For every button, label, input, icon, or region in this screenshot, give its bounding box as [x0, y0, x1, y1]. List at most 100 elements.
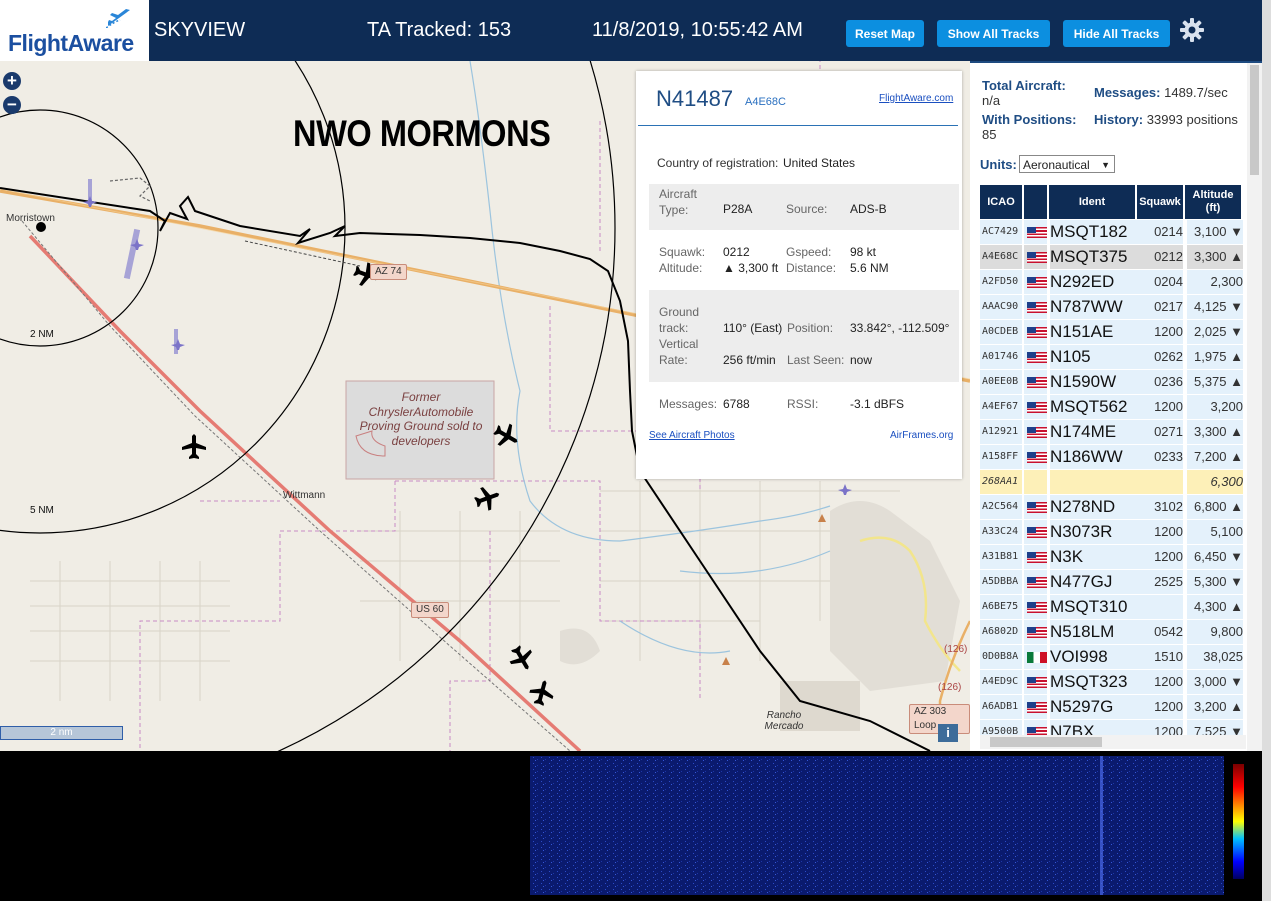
cell-flag	[1024, 245, 1047, 269]
proving-ground-label: Former ChryslerAutomobile Proving Ground…	[359, 390, 483, 448]
cell-squawk: 1200	[1137, 670, 1183, 694]
history-stat: History: 33993 positions	[1094, 112, 1244, 127]
units-label: Units:	[980, 157, 1017, 172]
cell-icao: A31B81	[980, 545, 1022, 569]
table-row[interactable]: 268AA1 6,300	[980, 470, 1246, 494]
cell-altitude: 9,800	[1187, 620, 1243, 644]
map-info-button[interactable]: i	[938, 724, 958, 742]
table-row[interactable]: A12921 N174ME 0271 3,300 ▲	[980, 420, 1246, 444]
table-row[interactable]: A4EF67 MSQT562 1200 3,200	[980, 395, 1246, 419]
vertical-rate-label: Vertical Rate:	[659, 337, 699, 367]
ground-track-label: Ground track:	[659, 305, 700, 335]
table-row[interactable]: AAAC90 N787WW 0217 4,125 ▼	[980, 295, 1246, 319]
table-row[interactable]: 0D0B8A VOI998 1510 38,025	[980, 645, 1246, 669]
cell-flag	[1024, 295, 1047, 319]
cell-ident: N151AE	[1050, 320, 1139, 344]
us-flag-icon	[1027, 502, 1047, 513]
table-row[interactable]: A158FF N186WW 0233 7,200 ▲	[980, 445, 1246, 469]
cell-squawk: 1200	[1137, 320, 1183, 344]
route-shield-az74: AZ 74	[370, 264, 407, 280]
horizontal-scrollbar[interactable]	[980, 735, 1246, 749]
source-label: Source:	[786, 202, 828, 216]
flightaware-logo[interactable]: FlightAware	[0, 0, 149, 61]
cell-squawk: 0212	[1137, 245, 1183, 269]
column-altitude[interactable]: Altitude (ft)	[1185, 185, 1241, 219]
cell-ident: N3073R	[1050, 520, 1139, 544]
cell-flag	[1024, 445, 1047, 469]
cell-squawk: 0233	[1137, 445, 1183, 469]
table-row[interactable]: A4E68C MSQT375 0212 3,300 ▲	[980, 245, 1246, 269]
table-row[interactable]: A4ED9C MSQT323 1200 3,000 ▼	[980, 670, 1246, 694]
source-value: ADS-B	[850, 202, 887, 216]
scrollbar-thumb[interactable]	[990, 737, 1102, 747]
cell-icao: A33C24	[980, 520, 1022, 544]
us-flag-icon	[1027, 302, 1047, 313]
position-label: Position:	[787, 321, 834, 335]
us-flag-icon	[1027, 352, 1047, 363]
with-positions-stat: With Positions: 85	[982, 112, 1077, 142]
table-row[interactable]: A6ADB1 N5297G 1200 3,200 ▲	[980, 695, 1246, 719]
table-row[interactable]: A33C24 N3073R 1200 5,100	[980, 520, 1246, 544]
reset-map-button[interactable]: Reset Map	[846, 20, 924, 47]
cell-squawk: 0271	[1137, 420, 1183, 444]
table-row[interactable]: A31B81 N3K 1200 6,450 ▼	[980, 545, 1246, 569]
history-value: 33993 positions	[1146, 112, 1238, 127]
cell-flag	[1024, 670, 1047, 694]
table-row[interactable]: A2C564 N278ND 3102 6,800 ▲	[980, 495, 1246, 519]
hide-all-tracks-button[interactable]: Hide All Tracks	[1063, 20, 1170, 47]
cell-flag	[1024, 520, 1047, 544]
aircraft-list-panel: Total Aircraft: n/a Messages: 1489.7/sec …	[970, 63, 1262, 751]
us-flag-icon	[1027, 277, 1047, 288]
show-all-tracks-button[interactable]: Show All Tracks	[937, 20, 1050, 47]
us-flag-icon	[1027, 427, 1047, 438]
cell-flag	[1024, 395, 1047, 419]
table-row[interactable]: A6BE75 MSQT310 4,300 ▲	[980, 595, 1246, 619]
spectrum-waterfall	[500, 756, 1224, 895]
console-area	[0, 756, 486, 901]
zoom-in-button[interactable]: +	[3, 72, 21, 90]
aircraft-type-value: P28A	[723, 202, 753, 216]
scrollbar-thumb[interactable]	[1250, 65, 1259, 175]
cell-altitude: 3,100 ▼	[1187, 220, 1243, 244]
top-bar: FlightAware SKYVIEW TA Tracked: 153 11/8…	[0, 0, 1262, 63]
table-row[interactable]: AC7429 MSQT182 0214 3,100 ▼	[980, 220, 1246, 244]
table-row[interactable]: A0CDEB N151AE 1200 2,025 ▼	[980, 320, 1246, 344]
cell-altitude: 5,300 ▼	[1187, 570, 1243, 594]
selected-aircraft-panel: N41487 A4E68C FlightAware.com Country of…	[636, 71, 962, 479]
cell-flag	[1024, 620, 1047, 644]
flightaware-link[interactable]: FlightAware.com	[879, 93, 953, 104]
column-icao[interactable]: ICAO	[980, 185, 1022, 219]
cell-flag	[1024, 545, 1047, 569]
column-squawk[interactable]: Squawk	[1137, 185, 1183, 219]
history-label: History:	[1094, 112, 1144, 127]
us-flag-icon	[1027, 602, 1047, 613]
vertical-scrollbar[interactable]	[1247, 63, 1262, 751]
gear-icon[interactable]	[1179, 17, 1205, 43]
airframes-link[interactable]: AirFrames.org	[890, 430, 953, 441]
zoom-out-button[interactable]: −	[3, 96, 21, 114]
us-flag-icon	[1027, 702, 1047, 713]
dropdown-arrow-icon: ▼	[1101, 160, 1110, 170]
country-label: Country of registration:	[657, 156, 779, 170]
table-row[interactable]: A0EE0B N1590W 0236 5,375 ▲	[980, 370, 1246, 394]
cell-squawk: 2525	[1137, 570, 1183, 594]
column-flag[interactable]	[1024, 185, 1047, 219]
units-select[interactable]: Aeronautical ▼	[1019, 155, 1115, 173]
us-flag-icon	[1027, 527, 1047, 538]
cell-icao: A6802D	[980, 620, 1022, 644]
aircraft-registration: N41487	[656, 86, 734, 111]
table-row[interactable]: A6802D N518LM 0542 9,800	[980, 620, 1246, 644]
us-flag-icon	[1027, 377, 1047, 388]
cell-icao: A2C564	[980, 495, 1022, 519]
table-row[interactable]: A01746 N105 0262 1,975 ▲	[980, 345, 1246, 369]
table-row[interactable]: A5DBBA N477GJ 2525 5,300 ▼	[980, 570, 1246, 594]
country-value: United States	[783, 156, 856, 170]
aircraft-photos-link[interactable]: See Aircraft Photos	[649, 430, 735, 441]
last-seen-value: now	[850, 353, 873, 367]
cell-squawk: 0214	[1137, 220, 1183, 244]
column-ident[interactable]: Ident	[1049, 185, 1135, 219]
table-row[interactable]: A2FD50 N292ED 0204 2,300	[980, 270, 1246, 294]
map-scale-bar: 2 nm	[0, 726, 123, 740]
app-name: SKYVIEW	[154, 19, 246, 41]
cell-icao: A6BE75	[980, 595, 1022, 619]
